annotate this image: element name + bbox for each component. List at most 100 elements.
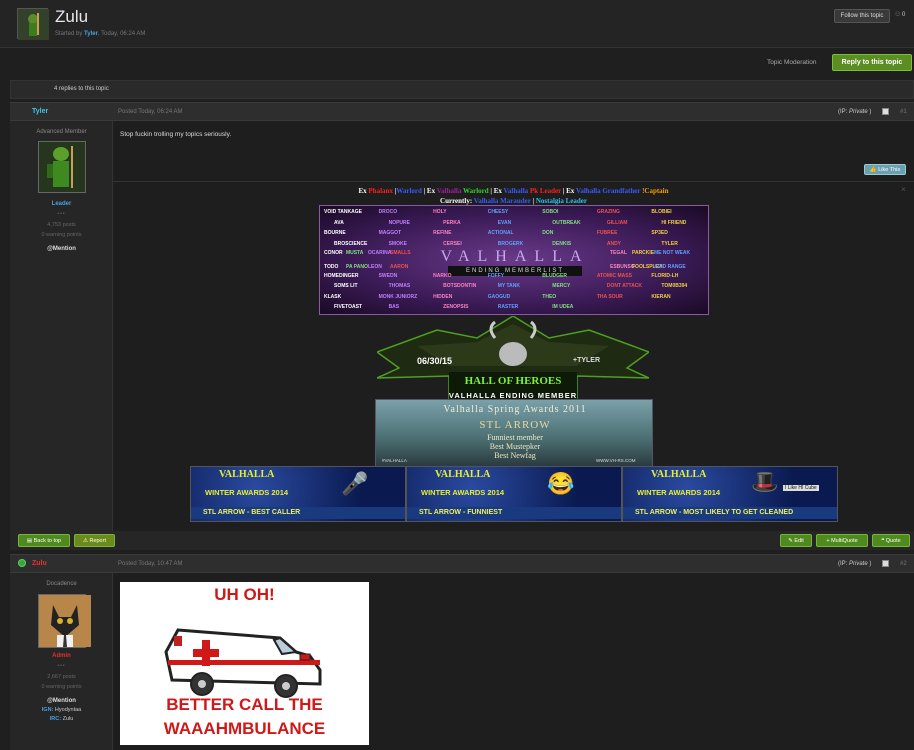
online-status-icon (18, 559, 26, 567)
post-author-link[interactable]: Tyler (32, 108, 48, 115)
memberlist-word: PA PANO (346, 264, 368, 270)
memberlist-word: IM UDEA (552, 304, 574, 311)
report-button[interactable]: ⚠ Report (74, 534, 115, 547)
member-rank: Docadence (46, 581, 77, 587)
topic-moderation-link[interactable]: Topic Moderation (767, 59, 817, 66)
post-number-link[interactable]: #2 (900, 561, 907, 567)
post-select-checkbox[interactable] (882, 108, 889, 115)
memberlist-word: CHEESY (487, 209, 509, 215)
winter-title: VALHALLA (435, 469, 491, 480)
memberlist-word: OCARINA (368, 250, 392, 256)
post-body: Stop fuckin trolling my topics seriously… (113, 121, 914, 531)
memberlist-word: THOMAS (388, 283, 411, 290)
memberlist-word: MAGGOT (378, 230, 402, 237)
started-by: Started by Tyler, Today, 06:24 AM (55, 31, 146, 37)
memberlist-word: ACTIONAL (487, 230, 514, 237)
signature-segment: Phalanx (368, 187, 395, 195)
memberlist-word: CERSEI (443, 240, 462, 247)
warning-points: 0 warning points (41, 232, 82, 238)
memberlist-word: HI FRIEND (661, 219, 687, 226)
memberlist-word: GAOGUD (487, 293, 511, 300)
signature-line-2: Currently: Valhalla Marauder | Nostalgia… (113, 197, 914, 205)
edit-button[interactable]: ✎ Edit (780, 534, 812, 547)
page-title: Zulu (55, 7, 89, 26)
post-date: Posted Today, 10:47 AM (118, 561, 183, 567)
laughing-face-icon: 😂 (547, 471, 575, 496)
memberlist-word: MUSTA (346, 250, 364, 256)
winter-title: VALHALLA (219, 469, 275, 480)
memberlist-word: AVA (334, 219, 344, 226)
memberlist-word: KLASK (324, 293, 342, 300)
author-avatar[interactable] (38, 594, 91, 648)
signature-segment: Ex (358, 187, 369, 195)
multiquote-button[interactable]: + MultiQuote (816, 534, 868, 547)
replies-count-bar: 4 replies to this topic (10, 80, 914, 99)
winter-caption: STL ARROW - MOST LIKELY TO GET CLEANED (623, 507, 837, 519)
author-sidebar: Advanced Member Leader ••• 4,753 posts 0… (10, 121, 113, 531)
starter-link[interactable]: Tyler (84, 31, 98, 37)
page-icon: ▤ (26, 538, 34, 544)
post-number-link[interactable]: #1 (900, 109, 907, 115)
mention-link[interactable]: @Mention (10, 698, 113, 704)
signature-segment: | Ex (562, 187, 576, 195)
memberlist-word: FOFFY (487, 272, 505, 279)
memberlist-word: HIDDEN (433, 293, 453, 300)
memberlist-word: TYLER (661, 240, 678, 247)
memberlist-word: GRAZING (596, 209, 620, 215)
memberlist-word: PARCKIE (632, 250, 655, 256)
back-to-top-button[interactable]: ▤ Back to top (18, 534, 70, 547)
member-group: Leader (51, 201, 72, 207)
memberlist-word: MONK JUNIORZ (378, 293, 418, 300)
memberlist-word: DROCO (378, 209, 398, 215)
memberlist-word: ZENOPSIS (443, 304, 469, 311)
rank-pips: ••• (57, 663, 66, 669)
post-body: UH OH! BETTER CALL THE WAAAHMBULANCE (113, 573, 914, 750)
memberlist-word: DENKIS (552, 240, 572, 247)
signature-segment: Warlord (463, 187, 491, 195)
post-author-link[interactable]: Zulu (32, 560, 47, 567)
post-header: Tyler Posted Today, 06:24 AM (IP: Privat… (10, 102, 914, 121)
banner3-award: STL ARROW (479, 419, 551, 431)
post-text: Stop fuckin trolling my topics seriously… (120, 131, 232, 138)
memberlist-word: BOTSDONTIN (443, 283, 477, 290)
post-header: Zulu Posted Today, 10:47 AM (IP: Private… (10, 554, 914, 573)
image-caption-top: UH OH! (214, 585, 275, 604)
memberlist-word: SMOKE (388, 240, 407, 247)
memberlist-banner: VALHALLA ENDING MEMBERLIST VOID TANKAGE D… (319, 205, 709, 315)
signature-segment: | Ex (423, 187, 437, 195)
irc-field: IRC: Zulu (49, 716, 74, 722)
memberlist-word: BOURNE (324, 230, 346, 237)
signature-segment: Valhalla (503, 187, 530, 195)
mention-link[interactable]: @Mention (10, 246, 113, 252)
winter-award-banner: VALHALLA WINTER AWARDS 2014 😂 STL ARROW … (406, 466, 622, 522)
post-footer: ▤ Back to top ⚠ Report ✎ Edit + MultiQuo… (10, 531, 914, 550)
quote-button[interactable]: ❝ Quote (872, 534, 910, 547)
memberlist-word: TODO (324, 264, 339, 270)
author-sidebar: Docadence Admin ••• 2,667 posts 0 warnin… (10, 573, 113, 750)
memberlist-word: ATOMIC MASS (596, 272, 632, 279)
winter-subtitle: WINTER AWARDS 2014 (637, 488, 721, 497)
memberlist-word: FLORID-LH (651, 272, 679, 279)
microphone-icon: 🎤 (341, 471, 369, 496)
winter-award-banner: VALHALLA WINTER AWARDS 2014 🎩 I Like HI … (622, 466, 838, 522)
winter-subtitle: WINTER AWARDS 2014 (205, 488, 289, 497)
banner3-title: Valhalla Spring Awards 2011 (443, 404, 587, 415)
author-avatar[interactable] (38, 141, 86, 193)
follow-topic-button[interactable]: Follow this topic (834, 9, 890, 23)
memberlist-word: ACID RANGE (654, 264, 686, 270)
ambulance-image: UH OH! BETTER CALL THE WAAAHMBULANCE (120, 582, 369, 745)
top-hat-icon: 🎩 (751, 469, 779, 494)
image-caption-mid: BETTER CALL THE (166, 695, 323, 714)
topic-header (0, 0, 914, 48)
post-select-checkbox[interactable] (882, 560, 889, 567)
memberlist-word: AARON (390, 264, 409, 270)
memberlist-word: VOID TANKAGE (324, 209, 362, 215)
reply-to-topic-button[interactable]: Reply to this topic (832, 54, 912, 71)
post-date: Posted Today, 06:24 AM (118, 109, 183, 115)
signature-segment: Pk Leader (529, 187, 563, 195)
topic-starter-avatar[interactable] (17, 8, 49, 40)
memberlist-word: BLUDGER (542, 272, 568, 279)
like-button[interactable]: 👍 Like This (864, 164, 906, 175)
winter-award-banner: VALHALLA WINTER AWARDS 2014 🎤 STL ARROW … (190, 466, 406, 522)
banner3-footer-left: #VALHALLA (382, 458, 407, 463)
